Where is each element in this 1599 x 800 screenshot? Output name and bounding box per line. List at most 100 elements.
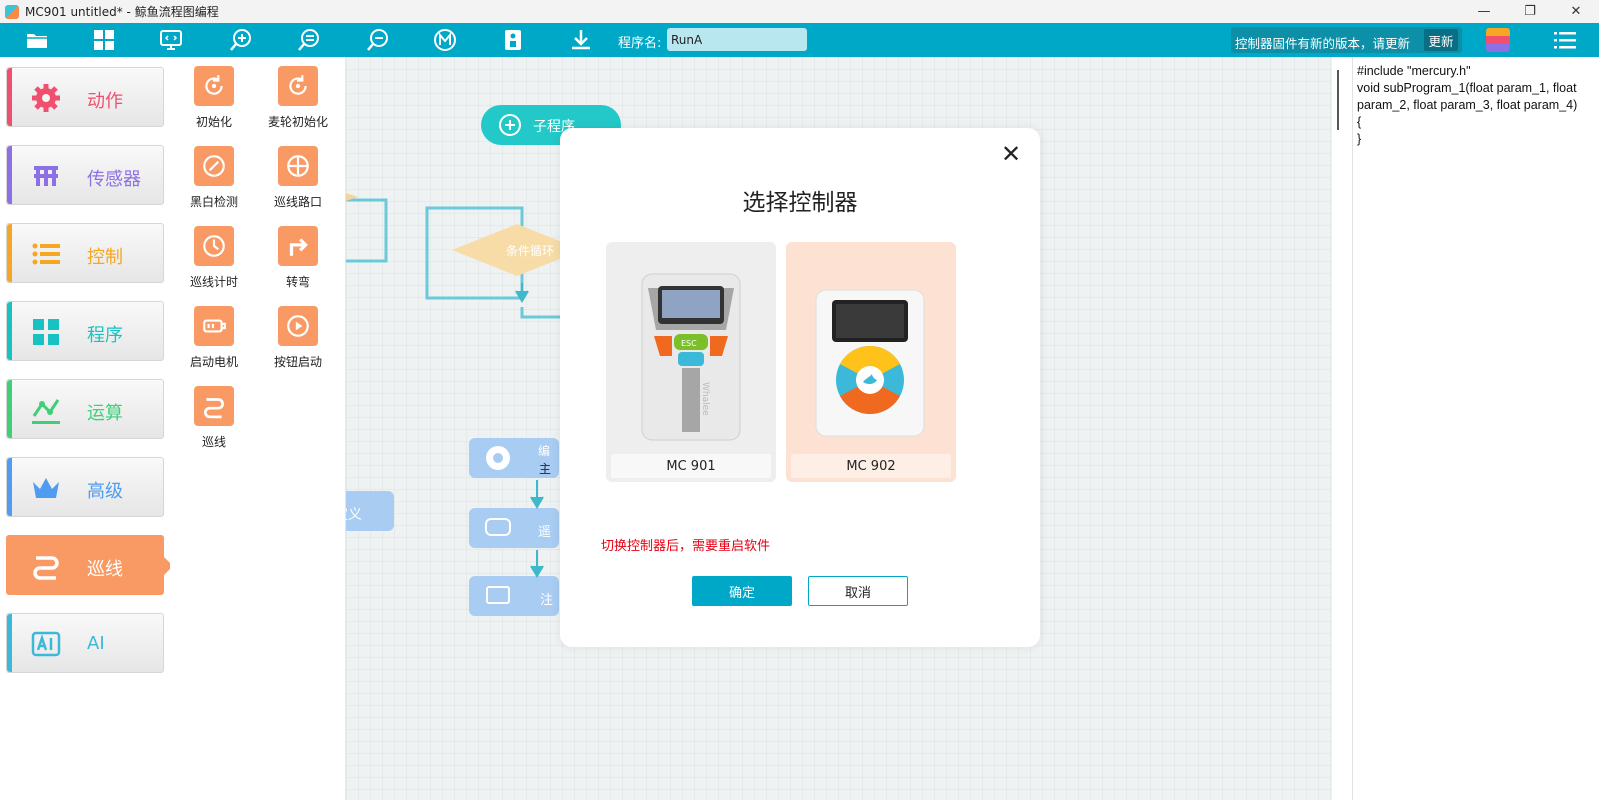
flow-arrow [530, 550, 544, 578]
category-operation[interactable]: 运算 [6, 379, 164, 439]
category-line-follow[interactable]: 巡线 [6, 535, 173, 595]
category-advanced[interactable]: 高级 [6, 457, 164, 517]
block-line-junction[interactable]: 巡线路口 [256, 146, 340, 210]
category-bar [7, 146, 12, 204]
block-turn[interactable]: 转弯 [256, 226, 340, 290]
category-ai[interactable]: AI [6, 613, 164, 673]
function-sublabel: 主 [539, 462, 552, 476]
menu-icon[interactable] [1554, 30, 1576, 50]
grid-icon [29, 315, 63, 349]
gauge-icon [194, 146, 234, 186]
block-bw-detect[interactable]: 黑白检测 [172, 146, 256, 210]
category-control[interactable]: 控制 [6, 223, 164, 283]
dialog-title: 选择控制器 [742, 190, 858, 216]
comment-label: 注 [540, 593, 554, 608]
graph-icon [29, 393, 63, 427]
condition-label: 条件循环 [506, 244, 555, 258]
category-sidebar: 动作 传感器 控制 程序 运算 高级 巡线 AI [0, 57, 173, 800]
open-folder-icon[interactable] [24, 27, 50, 53]
category-bar [7, 68, 12, 126]
grid-layout-icon[interactable] [91, 27, 117, 53]
app-icon [5, 4, 19, 19]
flow-connector [520, 307, 562, 319]
controller-name: MC 901 [611, 454, 771, 478]
category-label: 控制 [87, 247, 123, 268]
code-line: { [1357, 115, 1362, 129]
apps-icon[interactable] [1486, 28, 1510, 52]
canvas-scrollbar[interactable] [1337, 70, 1339, 130]
reset-icon [278, 66, 318, 106]
category-bar [7, 614, 12, 672]
minimize-button[interactable]: — [1461, 0, 1507, 23]
zoom-out-icon[interactable] [365, 27, 391, 53]
category-label: 传感器 [87, 169, 141, 190]
block-palette: 初始化 麦轮初始化 黑白检测 巡线路口 巡线计时 转弯 启动电机 按钮启动 巡线 [170, 57, 346, 800]
window-title: MC901 untitled* - 鲸鱼流程图编程 [25, 5, 219, 19]
block-label: 按钮启动 [273, 355, 322, 369]
restart-warning: 切换控制器后，需要重启软件 [601, 539, 771, 554]
code-line: void subProgram_1(float param_1, float [1357, 81, 1577, 95]
block-button-start[interactable]: 按钮启动 [256, 306, 340, 370]
cancel-button[interactable]: 取消 [808, 576, 908, 606]
motor-icon [194, 306, 234, 346]
dialog-close-button[interactable]: ✕ [1001, 140, 1021, 168]
device-icon[interactable] [500, 27, 526, 53]
code-panel: #include "mercury.h" void subProgram_1(f… [1352, 57, 1599, 800]
list-icon [29, 237, 63, 271]
crosshair-icon [278, 146, 318, 186]
category-bar [7, 224, 12, 282]
category-label: AI [87, 633, 105, 654]
controller-name: MC 902 [791, 454, 951, 478]
restore-button[interactable]: ❐ [1507, 0, 1553, 23]
confirm-button[interactable]: 确定 [692, 576, 792, 606]
path-icon [29, 549, 63, 583]
reset-icon [194, 66, 234, 106]
category-bar [7, 302, 12, 360]
code-line: } [1357, 132, 1362, 146]
category-label: 运算 [87, 403, 123, 424]
monitor-code-icon[interactable] [158, 27, 184, 53]
block-line-timer[interactable]: 巡线计时 [172, 226, 256, 290]
ai-icon [29, 627, 63, 661]
block-line-follow[interactable]: 巡线 [172, 386, 256, 450]
zoom-reset-icon[interactable] [296, 27, 322, 53]
title-bar: MC901 untitled* - 鲸鱼流程图编程 — ❐ ✕ [0, 0, 1599, 23]
turn-arrow-icon [278, 226, 318, 266]
firmware-notice-text: 控制器固件有新的版本，请更新 [1235, 36, 1411, 51]
code-line: #include "mercury.h" [1357, 64, 1471, 78]
block-init[interactable]: 初始化 [172, 66, 256, 130]
block-label: 启动电机 [189, 355, 238, 369]
select-controller-dialog: ✕ 选择控制器 ESC Whalee MC 901 MC 902 切换控制器后，… [560, 128, 1040, 647]
sensor-icon [29, 159, 63, 193]
category-bar [7, 458, 12, 516]
path-icon [194, 386, 234, 426]
block-label: 巡线 [201, 435, 226, 449]
loop-connector [346, 198, 388, 263]
block-label: 初始化 [195, 115, 232, 129]
update-button[interactable]: 更新 [1424, 29, 1458, 51]
block-label: 巡线路口 [273, 195, 322, 209]
zoom-in-icon[interactable] [228, 27, 254, 53]
block-start-motor[interactable]: 启动电机 [172, 306, 256, 370]
gear-icon [29, 81, 63, 115]
close-window-button[interactable]: ✕ [1553, 0, 1599, 23]
block-mecanum-init[interactable]: 麦轮初始化 [256, 66, 340, 130]
category-action[interactable]: 动作 [6, 67, 164, 127]
controller-card-mc902[interactable]: MC 902 [786, 242, 956, 482]
controller-card-mc901[interactable]: ESC Whalee MC 901 [606, 242, 776, 482]
toolbar: 程序名: 控制器固件有新的版本，请更新 更新 [0, 23, 1599, 57]
clock-icon [194, 226, 234, 266]
category-sensor[interactable]: 传感器 [6, 145, 164, 205]
category-label: 高级 [87, 481, 123, 502]
category-label: 动作 [87, 91, 123, 112]
program-name-input[interactable] [667, 28, 807, 51]
category-program[interactable]: 程序 [6, 301, 164, 361]
device-brand: Whalee [700, 382, 710, 416]
block-label: 黑白检测 [189, 195, 238, 209]
download-icon[interactable] [568, 27, 594, 53]
m-mode-icon[interactable] [432, 27, 458, 53]
function-label: 编 [538, 444, 551, 458]
mc902-device-image [815, 289, 925, 437]
block-label: 麦轮初始化 [267, 115, 328, 129]
category-bar [7, 380, 12, 438]
